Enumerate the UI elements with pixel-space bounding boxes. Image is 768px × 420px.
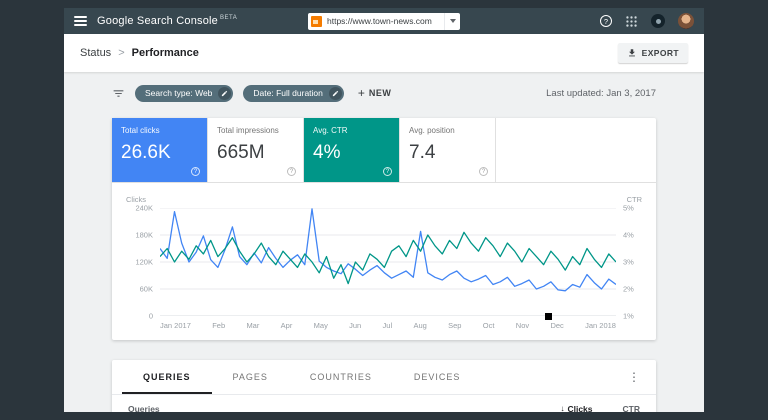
edit-pencil-icon[interactable] <box>328 86 342 100</box>
metric-avg-ctr[interactable]: Avg. CTR 4% ? <box>304 118 400 182</box>
top-bar: Google Search Console BETA https://www.to… <box>64 8 704 34</box>
metric-total-impressions[interactable]: Total impressions 665M ? <box>208 118 304 182</box>
help-icon[interactable]: ? <box>191 167 200 176</box>
column-header-clicks[interactable]: ↓ Clicks <box>560 404 592 413</box>
x-axis-labels: Jan 2017 Feb Mar Apr May Jun Jul Aug Sep… <box>160 321 616 330</box>
dimension-tabs: QUERIES PAGES COUNTRIES DEVICES ⋮ <box>112 360 656 394</box>
help-icon[interactable]: ? <box>383 167 392 176</box>
tiles-spacer <box>496 118 656 182</box>
notifications-icon[interactable] <box>651 14 665 28</box>
date-filter-chip[interactable]: Date: Full duration <box>243 84 344 102</box>
breadcrumb-status[interactable]: Status <box>80 47 111 59</box>
left-axis-ticks: 240K 180K 120K 60K 0 <box>135 203 153 321</box>
chart-annotation-marker <box>545 313 553 320</box>
right-axis-ticks: 5% 4% 3% 2% 1% <box>623 203 634 321</box>
app-title: Google Search Console BETA <box>97 15 238 27</box>
page-title: Performance <box>131 47 199 59</box>
line-chart[interactable] <box>160 208 616 320</box>
filter-icon[interactable] <box>112 87 125 100</box>
property-url: https://www.town-news.com <box>327 16 432 26</box>
tab-devices[interactable]: DEVICES <box>393 360 482 394</box>
tab-queries[interactable]: QUERIES <box>122 360 212 394</box>
overflow-menu-icon[interactable]: ⋮ <box>622 370 646 384</box>
main-content: Search type: Web Date: Full duration + N… <box>64 72 704 412</box>
beta-tag: BETA <box>220 15 238 22</box>
help-icon[interactable]: ? <box>600 15 612 27</box>
search-type-chip[interactable]: Search type: Web <box>135 84 234 102</box>
column-header-queries: Queries <box>128 403 160 413</box>
metric-avg-position[interactable]: Avg. position 7.4 ? <box>400 118 496 182</box>
table-header-row: Queries ↓ Clicks CTR <box>112 394 656 412</box>
column-header-ctr[interactable]: CTR <box>623 404 640 413</box>
chevron-down-icon[interactable] <box>444 12 460 30</box>
help-icon[interactable]: ? <box>479 167 488 176</box>
filter-row: Search type: Web Date: Full duration + N… <box>112 84 656 102</box>
last-updated-text: Last updated: Jan 3, 2017 <box>546 87 656 99</box>
tab-pages[interactable]: PAGES <box>212 360 289 394</box>
sort-descending-icon: ↓ <box>560 404 565 412</box>
dimensions-card: QUERIES PAGES COUNTRIES DEVICES ⋮ Querie… <box>112 360 656 412</box>
breadcrumb-separator: > <box>118 47 125 59</box>
apps-grid-icon[interactable] <box>625 15 638 28</box>
app-window: Google Search Console BETA https://www.to… <box>64 8 704 412</box>
chart-section: Clicks CTR 240K 180K 120K 60K 0 5% 4% 3%… <box>112 183 656 340</box>
tab-countries[interactable]: COUNTRIES <box>289 360 393 394</box>
property-selector[interactable]: https://www.town-news.com <box>308 12 460 30</box>
breadcrumb-bar: Status > Performance EXPORT <box>64 34 704 72</box>
help-icon[interactable]: ? <box>287 167 296 176</box>
edit-pencil-icon[interactable] <box>218 86 232 100</box>
download-icon <box>628 49 635 57</box>
avatar[interactable] <box>678 13 694 29</box>
plus-icon: + <box>357 86 365 100</box>
metric-total-clicks[interactable]: Total clicks 26.6K ? <box>112 118 208 182</box>
site-favicon-icon <box>311 15 322 27</box>
metric-tiles: Total clicks 26.6K ? Total impressions 6… <box>112 118 656 183</box>
performance-card: Total clicks 26.6K ? Total impressions 6… <box>112 118 656 340</box>
export-button[interactable]: EXPORT <box>617 43 688 63</box>
menu-icon[interactable] <box>74 16 87 26</box>
new-filter-button[interactable]: + NEW <box>358 87 392 99</box>
